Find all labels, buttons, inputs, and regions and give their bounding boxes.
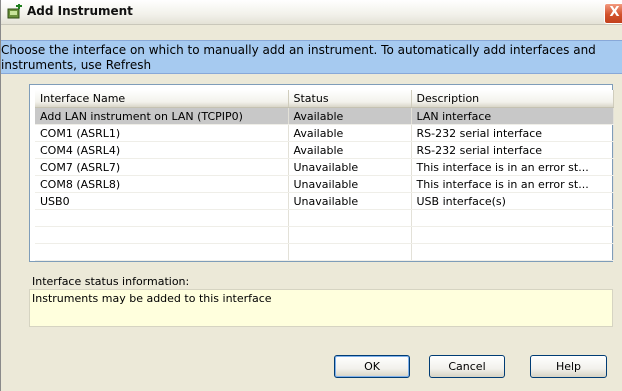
table-cell-status (288, 243, 412, 261)
table-cell-status (288, 226, 412, 244)
table-cell-name: COM7 (ASRL7) (35, 158, 289, 176)
table-row[interactable] (35, 226, 614, 244)
title-bar[interactable]: Add Instrument X (1, 0, 622, 25)
interface-table-body: Add LAN instrument on LAN (TCPIP0) Availa… (35, 107, 614, 261)
table-cell-status: Available (288, 124, 412, 142)
table-cell-description: This interface is in an error st... (411, 158, 614, 176)
table-cell-description (411, 209, 614, 227)
close-button[interactable]: X (604, 3, 622, 24)
column-header-status[interactable]: Status (288, 90, 412, 108)
table-cell-description (411, 243, 614, 261)
column-header-description[interactable]: Description (411, 90, 614, 108)
table-cell-description (411, 226, 614, 244)
table-row[interactable]: COM7 (ASRL7) Unavailable This interface is… (35, 158, 614, 176)
table-cell-status: Unavailable (288, 192, 412, 210)
table-cell-name (35, 226, 289, 244)
table-row[interactable]: Add LAN instrument on LAN (TCPIP0) Availa… (35, 107, 614, 125)
table-row[interactable]: USB0 Unavailable USB interface(s) (35, 192, 614, 210)
table-cell-description: This interface is in an error st... (411, 175, 614, 193)
interface-table: Interface Name Status Description Add LA… (35, 90, 614, 261)
add-instrument-icon (7, 3, 23, 20)
table-row[interactable]: COM1 (ASRL1) Available RS-232 serial inter… (35, 124, 614, 142)
column-header-interface-name[interactable]: Interface Name (35, 90, 289, 108)
table-cell-name: COM1 (ASRL1) (35, 124, 289, 142)
table-cell-name: COM4 (ASRL4) (35, 141, 289, 159)
table-header-row: Interface Name Status Description (35, 90, 614, 108)
table-cell-description: RS-232 serial interface (411, 141, 614, 159)
table-cell-name (35, 243, 289, 261)
close-icon: X (609, 5, 620, 20)
table-row[interactable] (35, 243, 614, 261)
table-cell-status (288, 209, 412, 227)
help-button[interactable]: Help (530, 355, 607, 378)
table-row[interactable]: COM4 (ASRL4) Available RS-232 serial inter… (35, 141, 614, 159)
table-cell-name: COM8 (ASRL8) (35, 175, 289, 193)
interface-table-frame: Interface Name Status Description Add LA… (29, 84, 614, 262)
table-row[interactable] (35, 209, 614, 227)
table-cell-status: Unavailable (288, 175, 412, 193)
table-cell-status: Available (288, 141, 412, 159)
table-cell-description: RS-232 serial interface (411, 124, 614, 142)
table-cell-status: Available (288, 107, 412, 125)
table-cell-name: Add LAN instrument on LAN (TCPIP0) (35, 107, 289, 125)
table-cell-status: Unavailable (288, 158, 412, 176)
add-instrument-dialog: Add Instrument X Choose the interface on… (0, 0, 622, 391)
table-cell-description: USB interface(s) (411, 192, 614, 210)
table-row[interactable]: COM8 (ASRL8) Unavailable This interface is… (35, 175, 614, 193)
table-cell-name: USB0 (35, 192, 289, 210)
status-info-label: Interface status information: (32, 275, 190, 288)
ok-button[interactable]: OK (334, 355, 410, 378)
status-info-box: Instruments may be added to this interfa… (29, 289, 613, 327)
cancel-button[interactable]: Cancel (429, 355, 505, 378)
window-title: Add Instrument (27, 4, 133, 18)
table-cell-name (35, 209, 289, 227)
instruction-banner: Choose the interface on which to manuall… (1, 40, 622, 74)
table-cell-description: LAN interface (411, 107, 614, 125)
